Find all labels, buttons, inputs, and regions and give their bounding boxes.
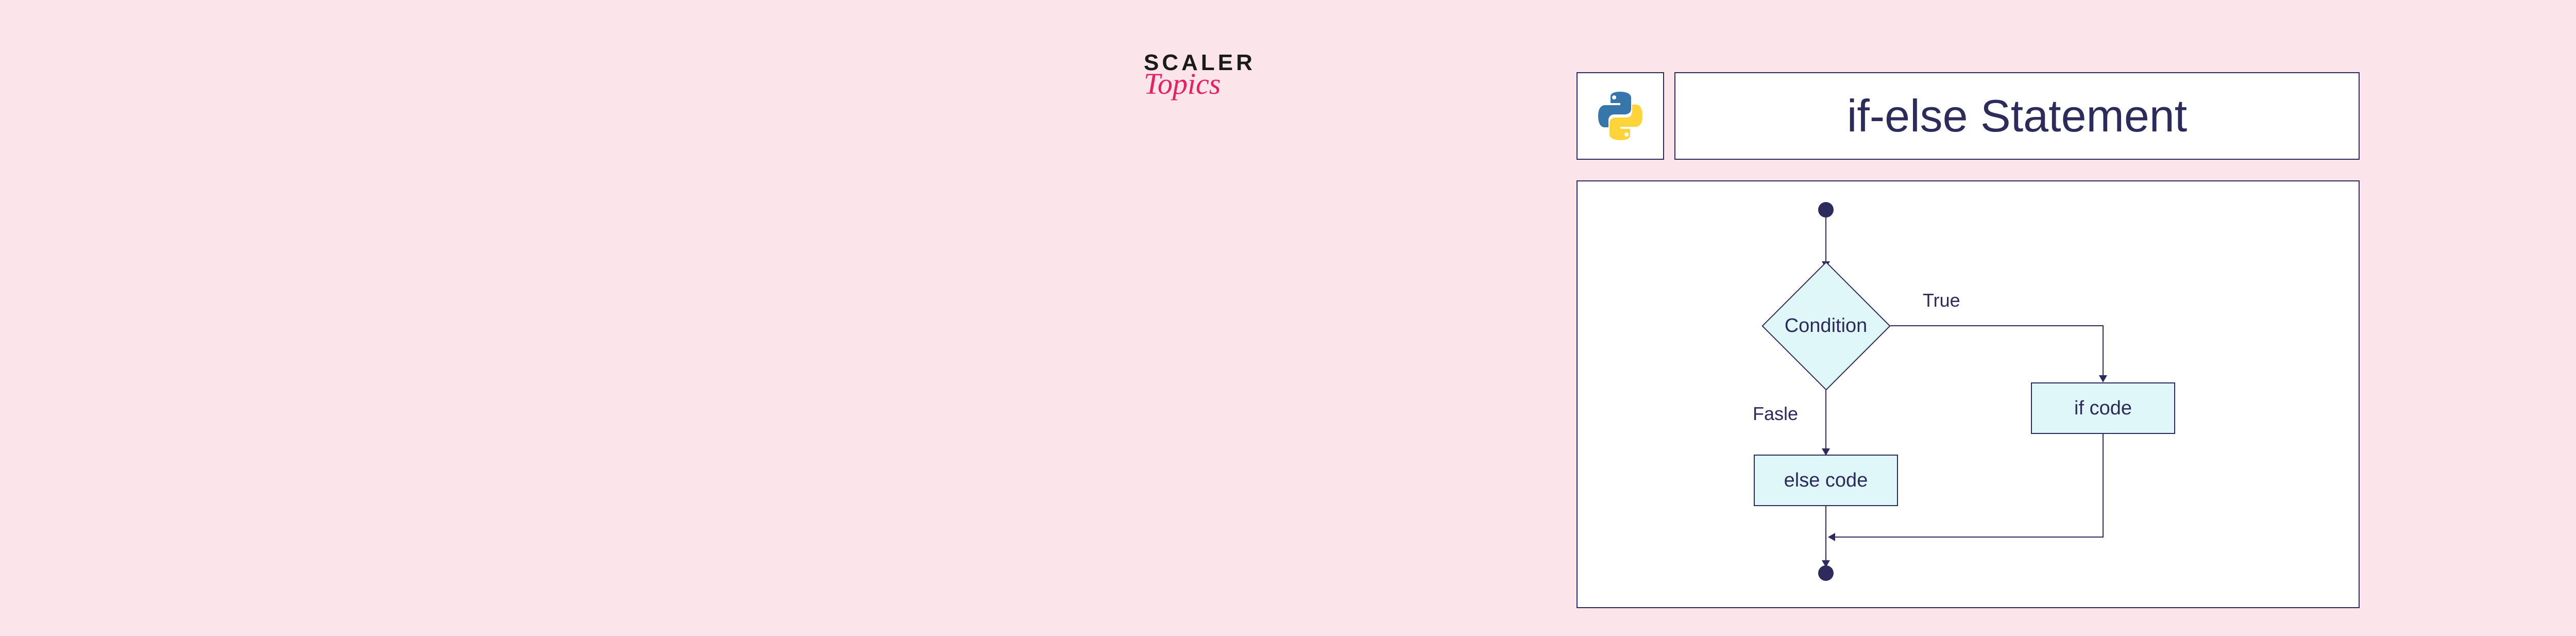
edge-true-h xyxy=(1890,325,2103,326)
condition-node: Condition xyxy=(1761,261,1890,390)
title-box: if-else Statement xyxy=(1674,72,2360,160)
end-node xyxy=(1818,565,1834,581)
if-code-node: if code xyxy=(2031,382,2175,434)
edge-if-down xyxy=(2103,434,2104,537)
edge-true-v xyxy=(2103,325,2104,377)
false-label: Fasle xyxy=(1753,403,1798,425)
python-icon-box xyxy=(1577,72,1664,160)
arrow-merge xyxy=(1828,533,1835,541)
logo-line2: Topics xyxy=(1144,69,1256,99)
start-node xyxy=(1818,202,1834,217)
else-code-node: else code xyxy=(1754,455,1898,506)
if-code-text: if code xyxy=(2074,397,2132,420)
header: if-else Statement xyxy=(1577,72,2360,160)
edge-false-v xyxy=(1825,390,1826,449)
flowchart-container: Condition True if code Fasle else code xyxy=(1577,180,2360,608)
scaler-topics-logo: SCALER Topics xyxy=(1144,52,1256,99)
true-label: True xyxy=(1923,290,1960,311)
edge-if-merge-h xyxy=(1834,537,2104,538)
python-icon xyxy=(1592,88,1649,144)
arrow-true xyxy=(2099,375,2107,382)
title-text: if-else Statement xyxy=(1847,90,2187,142)
edge-start-condition xyxy=(1825,217,1826,264)
else-code-text: else code xyxy=(1784,470,1868,492)
edge-else-end xyxy=(1825,506,1826,565)
condition-text: Condition xyxy=(1785,315,1868,337)
